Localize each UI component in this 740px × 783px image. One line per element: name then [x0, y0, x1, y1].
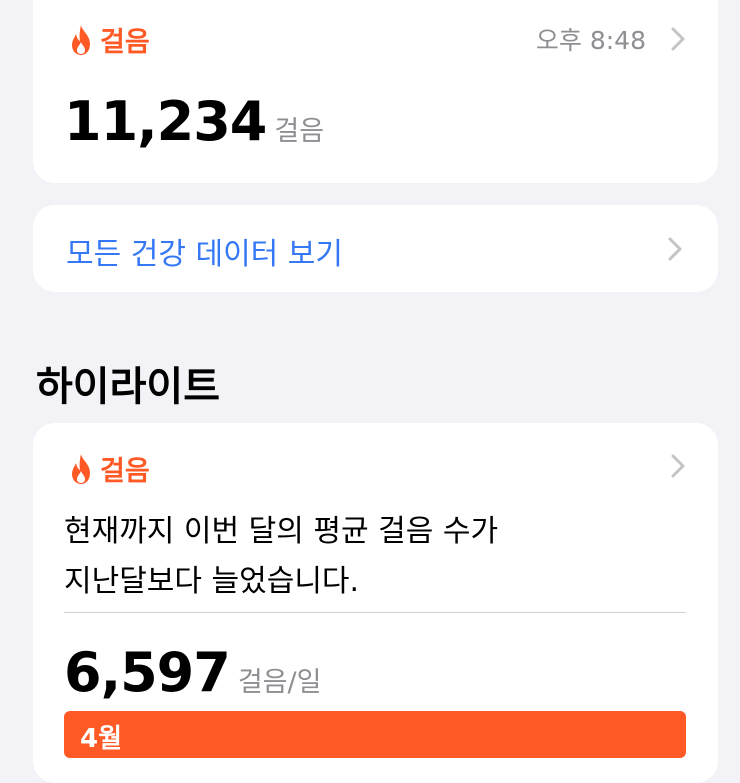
- month-bar-label: 4월: [80, 724, 123, 754]
- steps-highlight-card[interactable]: 걸음 현재까지 이번 달의 평균 걸음 수가 지난달보다 늘었습니다. 6,59…: [33, 423, 718, 783]
- flame-icon: [72, 24, 90, 55]
- show-all-health-data-button[interactable]: 모든 건강 데이터 보기: [33, 205, 718, 292]
- highlight-description: 현재까지 이번 달의 평균 걸음 수가 지난달보다 늘었습니다.: [64, 507, 684, 607]
- steps-unit: 걸음: [274, 116, 325, 147]
- highlight-value: 6,597: [64, 641, 231, 704]
- highlight-category-label: 걸음: [100, 456, 150, 487]
- highlight-text-line1: 현재까지 이번 달의 평균 걸음 수가: [64, 514, 499, 549]
- chevron-right-icon[interactable]: [671, 27, 685, 51]
- highlight-text-line2: 지난달보다 늘었습니다.: [64, 564, 360, 599]
- steps-value: 11,234: [64, 90, 267, 153]
- steps-summary-card[interactable]: 걸음 오후 8:48 11,234 걸음: [33, 0, 718, 183]
- show-all-health-data-label: 모든 건강 데이터 보기: [66, 237, 344, 272]
- steps-category-label: 걸음: [100, 27, 150, 58]
- highlight-category-row: 걸음: [68, 449, 150, 488]
- month-average-bar: 4월: [64, 711, 686, 758]
- steps-value-row: 11,234 걸음: [64, 90, 324, 153]
- highlights-section-title: 하이라이트: [36, 364, 220, 410]
- steps-time-label: 오후 8:48: [535, 26, 646, 55]
- divider: [64, 612, 686, 613]
- chevron-right-icon: [668, 237, 682, 261]
- steps-category-row: 걸음: [68, 20, 150, 59]
- flame-icon: [72, 453, 90, 484]
- highlight-value-row: 6,597 걸음/일: [64, 641, 321, 704]
- chevron-right-icon[interactable]: [671, 454, 685, 478]
- highlight-unit: 걸음/일: [237, 667, 322, 698]
